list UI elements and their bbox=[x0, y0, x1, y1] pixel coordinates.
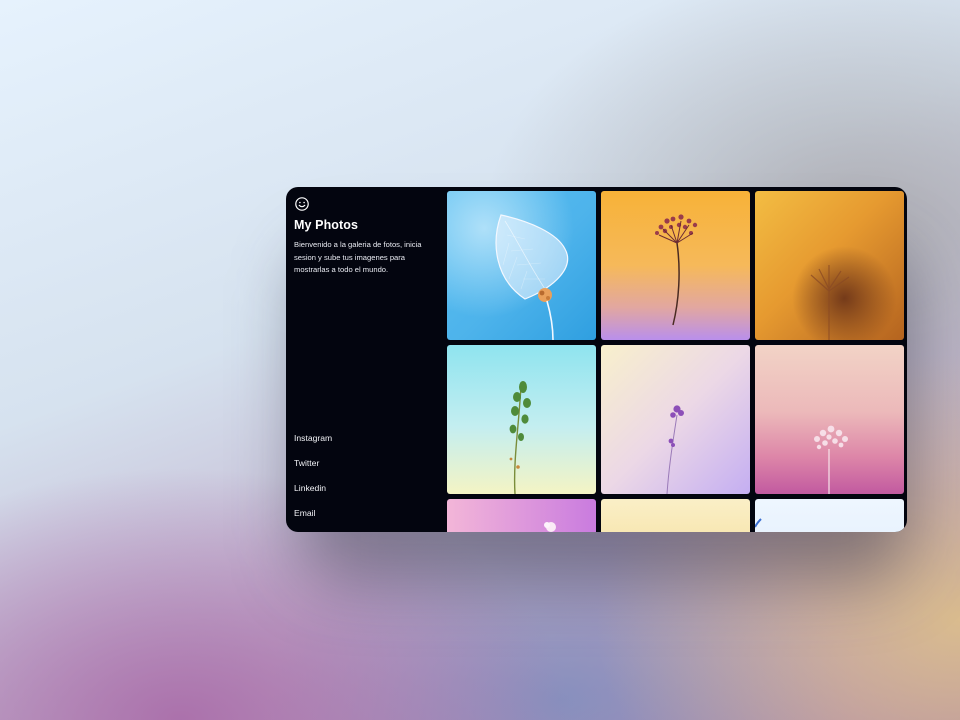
smiley-face-icon[interactable] bbox=[294, 196, 310, 212]
photo-gallery bbox=[447, 191, 905, 532]
linkedin-link[interactable]: Linkedin bbox=[294, 478, 432, 503]
purple-flower-photo bbox=[601, 345, 750, 494]
green-sprig-photo bbox=[447, 345, 596, 494]
app-window: My Photos Bienvenido a la galeria de fot… bbox=[286, 187, 907, 532]
instagram-link[interactable]: Instagram bbox=[294, 428, 432, 453]
photo-tile[interactable] bbox=[601, 345, 750, 494]
photo-tile[interactable] bbox=[755, 499, 904, 532]
photo-tile[interactable] bbox=[601, 191, 750, 340]
dried-flower-photo bbox=[601, 191, 750, 340]
light-blue-photo bbox=[755, 499, 904, 532]
social-links-list: Instagram Twitter Linkedin Email bbox=[294, 428, 432, 528]
welcome-description: Bienvenido a la galeria de fotos, inicia… bbox=[294, 240, 422, 275]
pale-plant-photo bbox=[755, 345, 904, 494]
blurred-plant-photo bbox=[755, 191, 904, 340]
pink-flower-photo bbox=[447, 499, 596, 532]
photo-tile[interactable] bbox=[447, 345, 596, 494]
photo-tile[interactable] bbox=[755, 345, 904, 494]
yellow-photo bbox=[601, 499, 750, 532]
photo-tile[interactable] bbox=[447, 191, 596, 340]
photo-tile[interactable] bbox=[601, 499, 750, 532]
photo-tile[interactable] bbox=[755, 191, 904, 340]
twitter-link[interactable]: Twitter bbox=[294, 453, 432, 478]
email-link[interactable]: Email bbox=[294, 503, 432, 528]
photo-tile[interactable] bbox=[447, 499, 596, 532]
app-title: My Photos bbox=[294, 218, 359, 232]
sidebar: My Photos Bienvenido a la galeria de fot… bbox=[286, 187, 442, 532]
leaf-photo bbox=[447, 191, 596, 340]
